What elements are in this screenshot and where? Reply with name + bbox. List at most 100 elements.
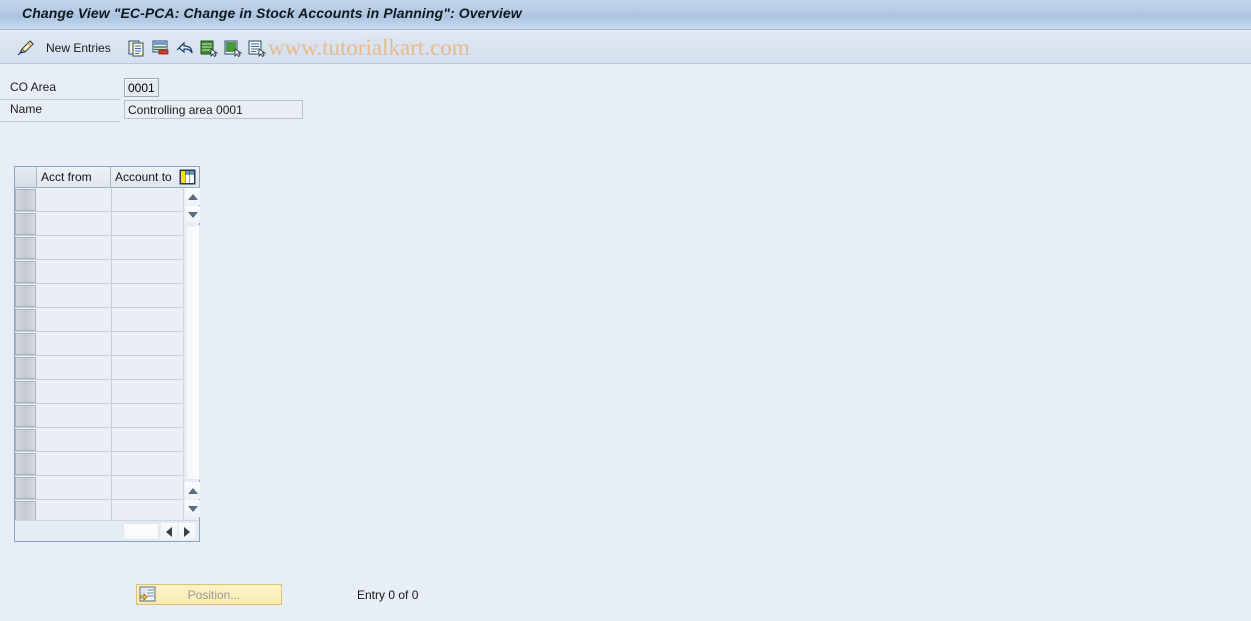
scroll-left-button[interactable] xyxy=(161,523,177,540)
new-entries-label: New Entries xyxy=(46,40,111,55)
chevron-up-icon xyxy=(187,193,198,200)
cell-acct-from[interactable] xyxy=(37,404,112,427)
table-row[interactable] xyxy=(15,356,185,380)
hscroll-thumb[interactable] xyxy=(123,523,159,540)
chevron-down-icon xyxy=(187,505,198,512)
deselect-all-button[interactable] xyxy=(222,31,244,64)
table-row[interactable] xyxy=(15,452,185,476)
row-selector[interactable] xyxy=(15,477,36,499)
cell-acct-from[interactable] xyxy=(37,188,112,211)
cell-acct-from[interactable] xyxy=(37,380,112,403)
cell-acct-from[interactable] xyxy=(37,428,112,451)
table-row[interactable] xyxy=(15,404,185,428)
details-button[interactable] xyxy=(246,31,268,64)
table-row[interactable] xyxy=(15,284,185,308)
select-all-icon[interactable] xyxy=(198,37,220,59)
scroll-right-button[interactable] xyxy=(179,523,195,540)
cell-acct-from[interactable] xyxy=(37,260,112,283)
page-title: Change View "EC-PCA: Change in Stock Acc… xyxy=(22,5,522,21)
co-area-label: CO Area xyxy=(10,80,57,94)
cell-acct-from[interactable] xyxy=(37,332,112,355)
table-header-row: Acct from Account to xyxy=(15,167,199,188)
scroll-page-up-button[interactable] xyxy=(185,482,200,499)
table-row[interactable] xyxy=(15,188,185,212)
cell-account-to[interactable] xyxy=(111,212,185,235)
row-selector[interactable] xyxy=(15,333,36,355)
deselect-all-icon[interactable] xyxy=(222,37,244,59)
table-row[interactable] xyxy=(15,428,185,452)
cell-account-to[interactable] xyxy=(111,452,185,475)
table-row[interactable] xyxy=(15,332,185,356)
cell-acct-from[interactable] xyxy=(37,236,112,259)
cell-account-to[interactable] xyxy=(111,356,185,379)
cell-account-to[interactable] xyxy=(111,380,185,403)
table-row[interactable] xyxy=(15,236,185,260)
cell-acct-from[interactable] xyxy=(37,356,112,379)
cell-account-to[interactable] xyxy=(111,404,185,427)
scroll-page-down-button[interactable] xyxy=(185,500,200,517)
details-icon[interactable] xyxy=(246,37,268,59)
row-selector[interactable] xyxy=(15,261,36,283)
row-selector[interactable] xyxy=(15,285,36,307)
row-selector[interactable] xyxy=(15,309,36,331)
delete-row-icon[interactable] xyxy=(150,37,172,59)
copy-icon[interactable] xyxy=(126,37,148,59)
row-selector[interactable] xyxy=(15,357,36,379)
header-form: CO Area 0001 Name Controlling area 0001 xyxy=(0,78,320,122)
scroll-track[interactable] xyxy=(185,225,200,480)
cell-acct-from[interactable] xyxy=(37,452,112,475)
undo-button[interactable] xyxy=(174,31,196,64)
copy-as-button[interactable] xyxy=(126,31,148,64)
table-row[interactable] xyxy=(15,260,185,284)
delete-button[interactable] xyxy=(150,31,172,64)
cell-acct-from[interactable] xyxy=(37,212,112,235)
row-selector[interactable] xyxy=(15,429,36,451)
cell-acct-from[interactable] xyxy=(37,284,112,307)
cell-acct-from[interactable] xyxy=(37,500,112,520)
table-vertical-scrollbar[interactable] xyxy=(183,188,200,520)
table-header-select-all-cell[interactable] xyxy=(15,167,37,187)
cell-account-to[interactable] xyxy=(111,236,185,259)
row-selector[interactable] xyxy=(15,453,36,475)
table-row[interactable] xyxy=(15,212,185,236)
row-selector[interactable] xyxy=(15,501,36,520)
scroll-up-button[interactable] xyxy=(185,188,200,205)
cell-account-to[interactable] xyxy=(111,260,185,283)
cell-acct-from[interactable] xyxy=(37,476,112,499)
table-row[interactable] xyxy=(15,380,185,404)
table-row[interactable] xyxy=(15,308,185,332)
scroll-down-button[interactable] xyxy=(185,206,200,223)
row-selector[interactable] xyxy=(15,381,36,403)
divider xyxy=(0,121,120,122)
table-settings-icon[interactable] xyxy=(179,169,196,185)
name-row: Name Controlling area 0001 xyxy=(0,100,320,122)
row-selector[interactable] xyxy=(15,237,36,259)
cell-account-to[interactable] xyxy=(111,308,185,331)
cell-acct-from[interactable] xyxy=(37,308,112,331)
chevron-down-icon xyxy=(187,211,198,218)
cell-account-to[interactable] xyxy=(111,188,185,211)
chevron-up-icon xyxy=(187,487,198,494)
display-change-button[interactable] xyxy=(16,31,38,64)
position-button[interactable]: Position... xyxy=(136,584,282,605)
row-selector[interactable] xyxy=(15,405,36,427)
cell-account-to[interactable] xyxy=(111,500,185,520)
undo-icon[interactable] xyxy=(174,37,196,59)
position-button-label: Position... xyxy=(187,587,241,602)
co-area-input[interactable]: 0001 xyxy=(124,78,159,97)
table-horizontal-scrollbar[interactable] xyxy=(15,520,199,541)
table-row[interactable] xyxy=(15,476,185,500)
cell-account-to[interactable] xyxy=(111,428,185,451)
select-all-button[interactable] xyxy=(198,31,220,64)
cell-account-to[interactable] xyxy=(111,476,185,499)
new-entries-button[interactable]: New Entries xyxy=(46,31,111,64)
co-area-row: CO Area 0001 xyxy=(0,78,320,100)
row-selector[interactable] xyxy=(15,213,36,235)
name-label: Name xyxy=(10,102,43,116)
table-header-acct-from[interactable]: Acct from xyxy=(37,167,111,187)
table-row[interactable] xyxy=(15,500,185,520)
cell-account-to[interactable] xyxy=(111,284,185,307)
row-selector[interactable] xyxy=(15,189,36,211)
cell-account-to[interactable] xyxy=(111,332,185,355)
pencil-edit-icon[interactable] xyxy=(16,37,38,59)
